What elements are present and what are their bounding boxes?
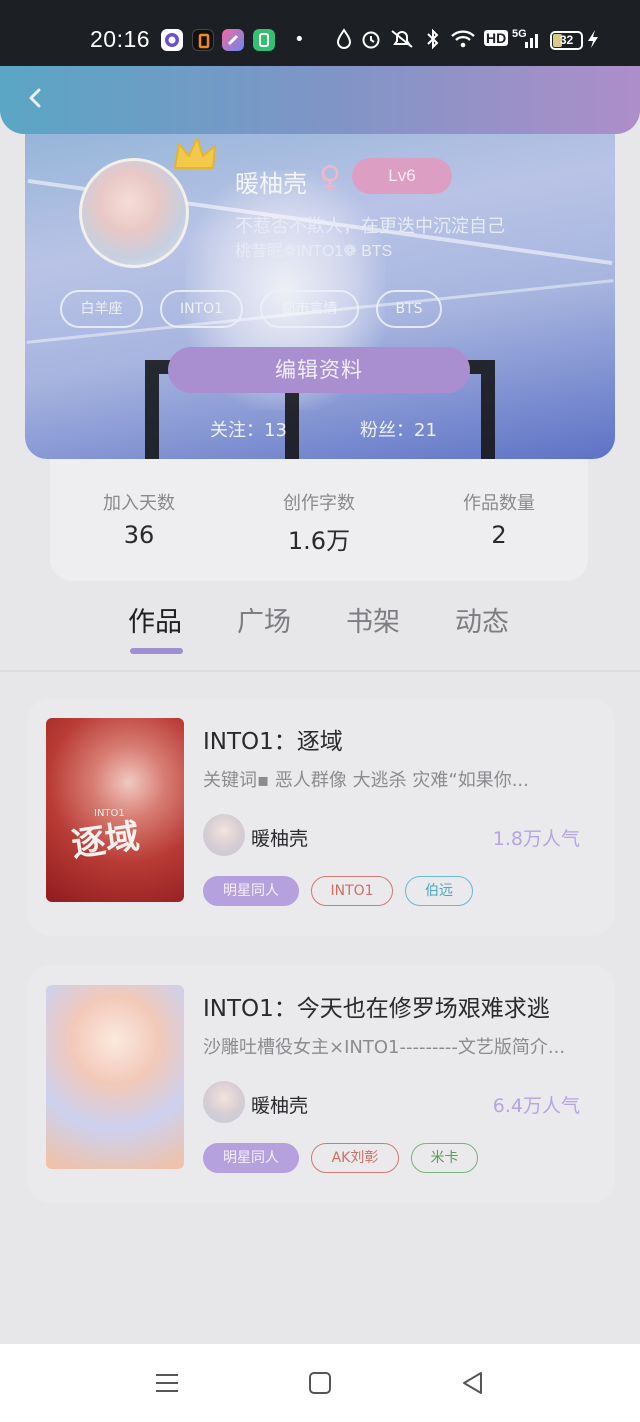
book-title[interactable]: INTO1：今天也在修罗场艰难求逃 xyxy=(203,989,550,1023)
tab-square[interactable]: 广场 xyxy=(237,600,291,639)
popularity-count: 1.8万人气 xyxy=(492,828,580,850)
author-name[interactable]: 暖柚壳 xyxy=(251,1091,308,1118)
stat-value: 36 xyxy=(123,521,155,549)
header-bar xyxy=(0,66,640,134)
battery-indicator: 32 xyxy=(550,31,583,50)
system-nav-bar xyxy=(0,1344,640,1422)
book-tag[interactable]: 明星同人 xyxy=(203,876,299,906)
popularity-count: 6.4万人气 xyxy=(492,1095,580,1117)
silent-icon xyxy=(389,28,415,57)
profile-tag[interactable]: INTO1 xyxy=(160,290,243,328)
book-tag[interactable]: 明星同人 xyxy=(203,1143,299,1173)
book-tag[interactable]: 伯远 xyxy=(405,876,473,906)
book-tag[interactable]: AK刘彰 xyxy=(311,1143,399,1173)
profile-tag[interactable]: 白羊座 xyxy=(60,290,143,328)
stats-panel: 加入天数 36 创作字数 1.6万 作品数量 2 xyxy=(50,459,588,581)
tab-bar: 作品 广场 书架 动态 xyxy=(0,590,640,670)
signal-icon xyxy=(523,28,543,57)
edit-profile-button[interactable]: 编辑资料 xyxy=(168,347,470,393)
divider xyxy=(0,670,640,672)
alarm-icon xyxy=(360,28,382,57)
crown-icon xyxy=(174,137,216,169)
back-triangle-icon[interactable] xyxy=(458,1368,488,1398)
status-time: 20:16 xyxy=(90,26,151,52)
menu-icon[interactable] xyxy=(152,1368,182,1398)
username: 暖柚壳 xyxy=(235,170,307,198)
battery-level: 32 xyxy=(559,33,574,47)
hd-indicator: HD xyxy=(484,30,509,46)
author-avatar[interactable] xyxy=(203,1081,245,1123)
profile-tag[interactable]: BTS xyxy=(376,290,442,328)
book-cover[interactable] xyxy=(46,985,184,1169)
app-icon-green xyxy=(253,29,275,51)
drop-icon xyxy=(336,28,352,57)
work-card[interactable]: INTO1：今天也在修罗场艰难求逃 沙雕吐槽役女主×INTO1---------… xyxy=(27,965,615,1203)
female-icon: ♀ xyxy=(319,160,341,195)
tab-works[interactable]: 作品 xyxy=(128,600,182,639)
bio-line-2: 桃昔眠❁INTO1❁ BTS xyxy=(235,243,393,260)
stat-label: 创作字数 xyxy=(283,493,355,514)
wifi-icon xyxy=(450,28,476,57)
author-avatar[interactable] xyxy=(203,814,245,856)
profile-card: 暖柚壳 ♀ Lv6 不惹否不欺人，在更迭中沉淀自己 桃昔眠❁INTO1❁ BTS… xyxy=(25,110,615,459)
charging-icon xyxy=(586,28,600,57)
back-icon[interactable] xyxy=(22,84,50,112)
active-tab-indicator xyxy=(130,648,183,654)
fans-count[interactable]: 粉丝：21 xyxy=(360,416,437,442)
bio-line-1: 不惹否不欺人，在更迭中沉淀自己 xyxy=(235,216,505,237)
app-icon-purple xyxy=(161,29,183,51)
tab-activity[interactable]: 动态 xyxy=(455,600,509,639)
author-name[interactable]: 暖柚壳 xyxy=(251,824,308,851)
stat-join-days: 加入天数 36 xyxy=(69,489,209,549)
stat-value: 1.6万 xyxy=(287,527,351,555)
level-badge: Lv6 xyxy=(352,158,452,194)
stat-word-count: 创作字数 1.6万 xyxy=(249,489,389,556)
stat-value: 2 xyxy=(491,521,507,549)
stat-label: 作品数量 xyxy=(463,493,535,514)
book-description: 沙雕吐槽役女主×INTO1---------文艺版简介... xyxy=(203,1037,566,1058)
bluetooth-icon xyxy=(425,28,441,57)
book-description: 关键词▪ 恶人群像 大逃杀 灾难“如果你... xyxy=(203,770,529,791)
home-icon[interactable] xyxy=(305,1368,335,1398)
stat-label: 加入天数 xyxy=(103,493,175,514)
book-cover[interactable]: INTO1 逐域 xyxy=(46,718,184,902)
book-title[interactable]: INTO1：逐域 xyxy=(203,722,343,756)
profile-tag[interactable]: 都市言情 xyxy=(260,290,359,328)
stat-work-count: 作品数量 2 xyxy=(429,489,569,549)
status-bar: 20:16 • HD 5G 32 xyxy=(0,0,640,66)
work-card[interactable]: INTO1 逐域 INTO1：逐域 关键词▪ 恶人群像 大逃杀 灾难“如果你..… xyxy=(27,698,615,936)
book-tag[interactable]: 米卡 xyxy=(411,1143,478,1173)
following-count[interactable]: 关注：13 xyxy=(210,416,287,442)
app-icon-orange xyxy=(192,29,214,51)
cover-title: 逐域 xyxy=(69,816,142,866)
dot-icon: • xyxy=(294,29,305,50)
app-icon-blue xyxy=(222,29,244,51)
book-tag[interactable]: INTO1 xyxy=(311,876,393,906)
tab-bookshelf[interactable]: 书架 xyxy=(346,600,400,639)
